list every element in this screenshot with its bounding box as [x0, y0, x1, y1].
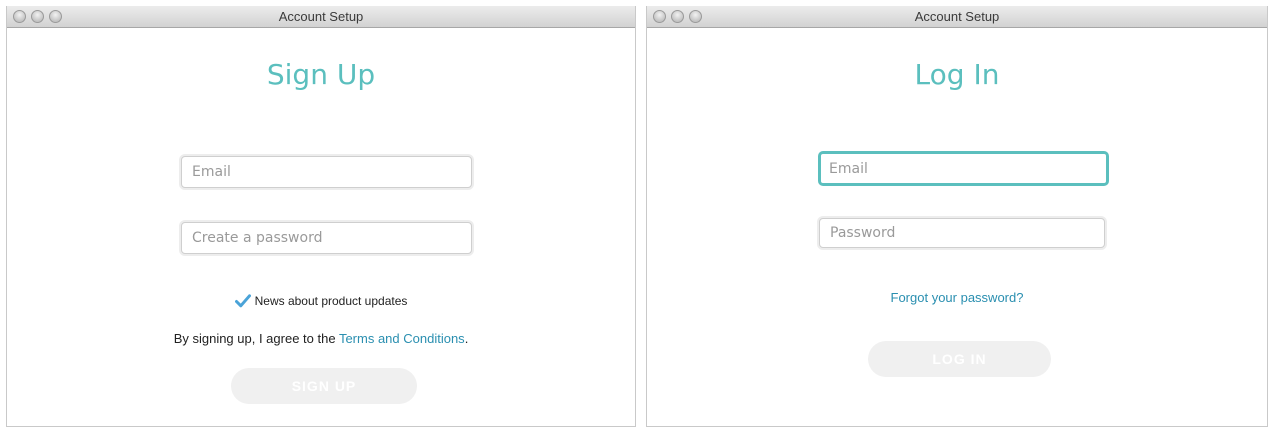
minimize-window-button[interactable]: [31, 10, 44, 23]
login-button[interactable]: LOG IN: [868, 341, 1051, 377]
window-title: Account Setup: [278, 9, 364, 24]
window-title: Account Setup: [914, 9, 1000, 24]
window-gap: [636, 6, 646, 427]
signup-password-input[interactable]: [181, 222, 472, 254]
news-checkbox-label: News about product updates: [254, 294, 408, 308]
agreement-prefix: By signing up, I agree to the: [173, 331, 339, 346]
close-window-button[interactable]: [13, 10, 26, 23]
zoom-window-button[interactable]: [689, 10, 702, 23]
forgot-password-row: Forgot your password?: [647, 290, 1267, 305]
signup-email-input[interactable]: [181, 156, 472, 188]
login-heading: Log In: [914, 58, 1000, 91]
zoom-window-button[interactable]: [49, 10, 62, 23]
signup-button[interactable]: SIGN UP: [231, 368, 417, 404]
signup-window: Account Setup Sign Up News about product…: [6, 6, 636, 427]
checkmark-icon[interactable]: [234, 294, 251, 308]
window-controls: [13, 10, 62, 23]
window-controls: [653, 10, 702, 23]
login-window: Account Setup Log In Forgot your passwor…: [646, 6, 1268, 427]
minimize-window-button[interactable]: [671, 10, 684, 23]
login-titlebar: Account Setup: [647, 6, 1267, 28]
close-window-button[interactable]: [653, 10, 666, 23]
forgot-password-link[interactable]: Forgot your password?: [891, 290, 1024, 305]
agreement-text: By signing up, I agree to the Terms and …: [7, 331, 635, 346]
signup-titlebar: Account Setup: [7, 6, 635, 28]
terms-link[interactable]: Terms and Conditions: [339, 331, 465, 346]
signup-heading: Sign Up: [266, 58, 376, 91]
login-email-input[interactable]: [818, 151, 1109, 186]
agreement-suffix: .: [464, 331, 469, 346]
login-password-input[interactable]: [819, 218, 1105, 248]
news-checkbox-row: News about product updates: [7, 294, 635, 308]
